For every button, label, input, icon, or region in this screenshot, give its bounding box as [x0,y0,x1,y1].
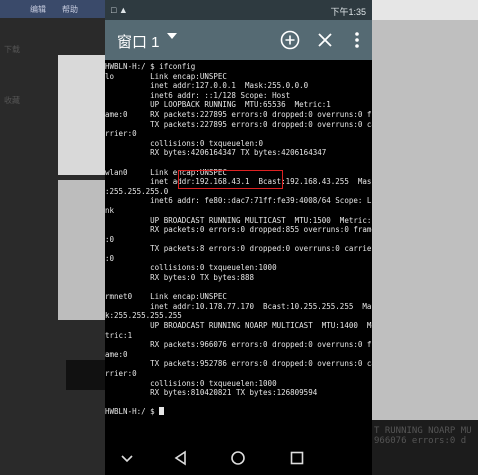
background-card [58,180,105,320]
terminal-line: UP LOOPBACK RUNNING MTU:65536 Metric:1 [105,100,331,110]
terminal-line: RX packets:966076 errors:0 dropped:0 ove… [105,340,372,350]
terminal-line: lo Link encap:UNSPEC [105,71,227,81]
terminal-line: inet6 addr: ::1/128 Scope: Host [105,90,291,100]
close-icon[interactable] [313,28,337,52]
background-card [58,55,105,175]
terminal-line: RX bytes:0 TX bytes:888 [105,273,255,283]
phone-screen: □ ▲ 下午1:35 窗口 1 HWBLN-H:/ $ ifconfig lo … [105,0,372,475]
terminal-line: :0 [105,234,115,244]
recents-icon[interactable] [287,448,307,468]
add-icon[interactable] [278,28,302,52]
back-icon[interactable] [171,448,191,468]
terminal-line: :0 [105,253,115,263]
terminal-line: collisions:0 txqueuelen:0 [105,138,264,148]
status-notification-icons: □ ▲ [111,5,128,15]
terminal-line: inet addr:127.0.0.1 Mask:255.0.0.0 [105,81,309,91]
background-text: 收藏 [4,96,20,105]
background-terminal-line: T RUNNING NOARP MU [374,426,472,436]
terminal-line: collisions:0 txqueuelen:1000 [105,263,277,273]
terminal-line: k:255.255.255.255 [105,311,182,321]
terminal-toolbar: 窗口 1 [105,20,372,60]
terminal-line: :255.255.255.0 [105,186,169,196]
terminal-line: RX bytes:4206164347 TX bytes:4206164347 [105,148,327,158]
highlight-box [178,170,283,189]
more-vertical-icon[interactable] [345,28,369,52]
terminal-line: nk [105,205,115,215]
window-dropdown-icon[interactable] [167,33,177,39]
background-desktop-right: T RUNNING NOARP MU 966076 errors:0 d [372,0,478,475]
chevron-down-icon[interactable] [117,448,137,468]
background-menu-item: 编辑 [30,5,46,14]
background-text: 下载 [4,45,20,54]
terminal-line: HWBLN-H:/ $ ifconfig [105,62,196,71]
status-bar: □ ▲ 下午1:35 [105,0,372,20]
background-menu-item: 帮助 [62,5,78,14]
terminal-line: ame:0 RX packets:227895 errors:0 dropped… [105,109,372,119]
terminal-cursor [159,407,165,416]
terminal-line: rmnet0 Link encap:UNSPEC [105,292,227,302]
navigation-bar [105,440,372,475]
terminal-line: TX packets:8 errors:0 dropped:0 overruns… [105,244,372,254]
home-icon[interactable] [228,448,248,468]
terminal-line: ame:0 [105,349,128,359]
background-header [372,0,478,20]
terminal-line: RX packets:0 errors:0 dropped:855 overru… [105,225,372,235]
terminal-line: inet addr:10.178.77.170 Bcast:10.255.255… [105,301,372,311]
background-terminal: T RUNNING NOARP MU 966076 errors:0 d [372,420,478,475]
terminal-line: UP BROADCAST RUNNING MULTICAST MTU:1500 … [105,215,372,225]
background-desktop-left: 编辑 帮助 谷歌 下载 收藏 [0,0,105,475]
background-terminal-line: 966076 errors:0 d [374,436,467,446]
terminal-line: inet6 addr: fe80::dac7:71ff:fe39:4008/64… [105,196,372,206]
terminal-line: collisions:0 txqueuelen:1000 [105,378,277,388]
status-clock: 下午1:35 [330,7,366,17]
terminal-line: HWBLN-H:/ $ [105,407,160,417]
terminal-line: rrier:0 [105,129,137,139]
terminal-line: TX packets:227895 errors:0 dropped:0 ove… [105,119,372,129]
terminal-line: RX bytes:810420821 TX bytes:126809594 [105,388,318,398]
terminal-line: tric:1 [105,330,133,340]
terminal-output[interactable]: HWBLN-H:/ $ ifconfig lo Link encap:UNSPE… [105,60,372,435]
background-menu-bar: 编辑 帮助 [0,0,105,18]
terminal-line: UP BROADCAST RUNNING NOARP MULTICAST MTU… [105,321,372,331]
terminal-line: rrier:0 [105,369,137,378]
background-card [66,360,105,390]
terminal-line: TX packets:952786 errors:0 dropped:0 ove… [105,359,372,369]
window-title[interactable]: 窗口 1 [117,31,160,52]
